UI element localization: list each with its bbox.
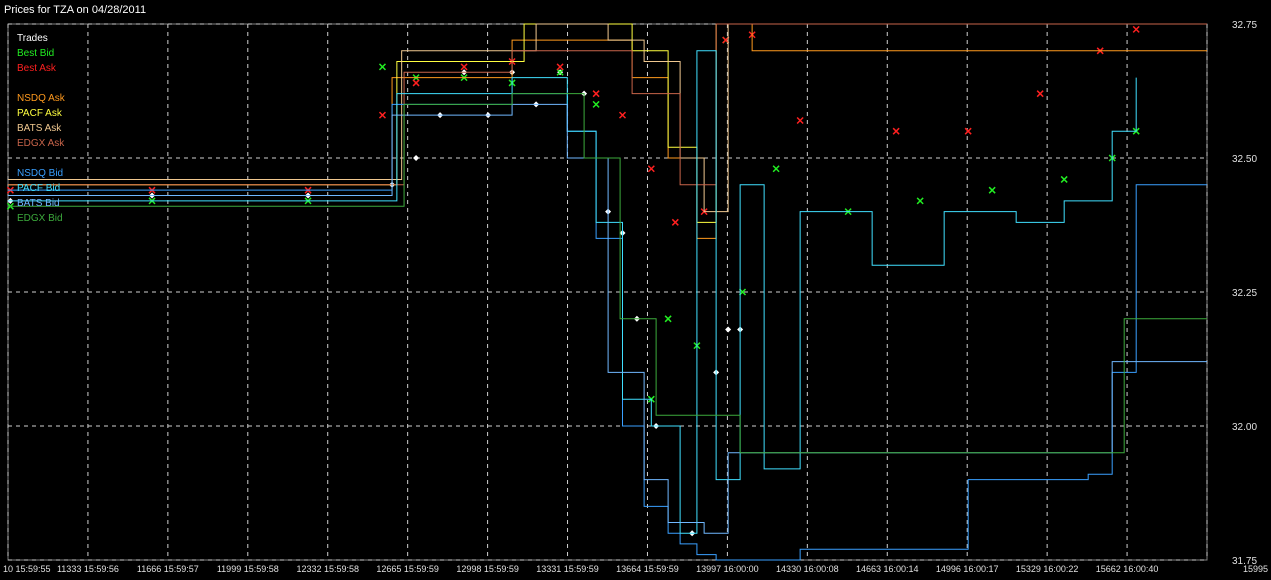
legend-item-bats-bid: BATS Bid (17, 198, 60, 209)
x-tick-label: 15662 16:00:40 (1096, 564, 1159, 574)
x-axis: 10 15:59:55 11333 15:59:56 11666 15:59:57 1… (3, 564, 1268, 574)
legend-item-trades: Trades (17, 33, 48, 44)
y-tick-label: 32.25 (1232, 288, 1257, 299)
y-tick-label: 32.00 (1232, 422, 1257, 433)
x-tick-label: 13331 15:59:59 (536, 564, 599, 574)
x-tick-label: 11999 15:59:58 (217, 564, 279, 574)
legend-item-nsdq-ask: NSDQ Ask (17, 93, 66, 104)
x-tick-label: 12998 15:59:59 (456, 564, 519, 574)
x-tick-label: 13664 15:59:59 (616, 564, 679, 574)
legend-item-edgx-ask: EDGX Ask (17, 138, 65, 149)
legend-item-pacf-bid: PACF Bid (17, 183, 60, 194)
legend-item-best-bid: Best Bid (17, 48, 54, 59)
x-tick-label: 10 15:59:55 (3, 564, 51, 574)
x-tick-label: 13997 16:00:00 (696, 564, 759, 574)
chart-background (0, 0, 1271, 575)
legend-item-edgx-bid: EDGX Bid (17, 213, 63, 224)
x-tick-label: 14996 16:00:17 (936, 564, 999, 574)
x-tick-label: 14663 16:00:14 (856, 564, 919, 574)
legend-item-bats-ask: BATS Ask (17, 123, 62, 134)
chart-svg: Prices for TZA on 04/28/2011 Trades Best … (0, 0, 1271, 575)
x-tick-label: 11666 15:59:57 (137, 564, 199, 574)
y-tick-label: 32.75 (1232, 20, 1257, 31)
x-tick-label: 15329 16:00:22 (1016, 564, 1079, 574)
x-tick-label: 15995 (1243, 564, 1268, 574)
y-tick-label: 32.50 (1232, 154, 1257, 165)
chart-title: Prices for TZA on 04/28/2011 (4, 4, 146, 16)
x-tick-label: 12332 15:59:58 (296, 564, 359, 574)
x-tick-label: 12665 15:59:59 (376, 564, 439, 574)
legend-item-pacf-ask: PACF Ask (17, 108, 63, 119)
legend-item-best-ask: Best Ask (17, 63, 57, 74)
x-tick-label: 11333 15:59:56 (57, 564, 119, 574)
legend-item-nsdq-bid: NSDQ Bid (17, 168, 63, 179)
x-tick-label: 14330 16:00:08 (776, 564, 839, 574)
price-chart: Prices for TZA on 04/28/2011 Trades Best … (0, 0, 1271, 575)
